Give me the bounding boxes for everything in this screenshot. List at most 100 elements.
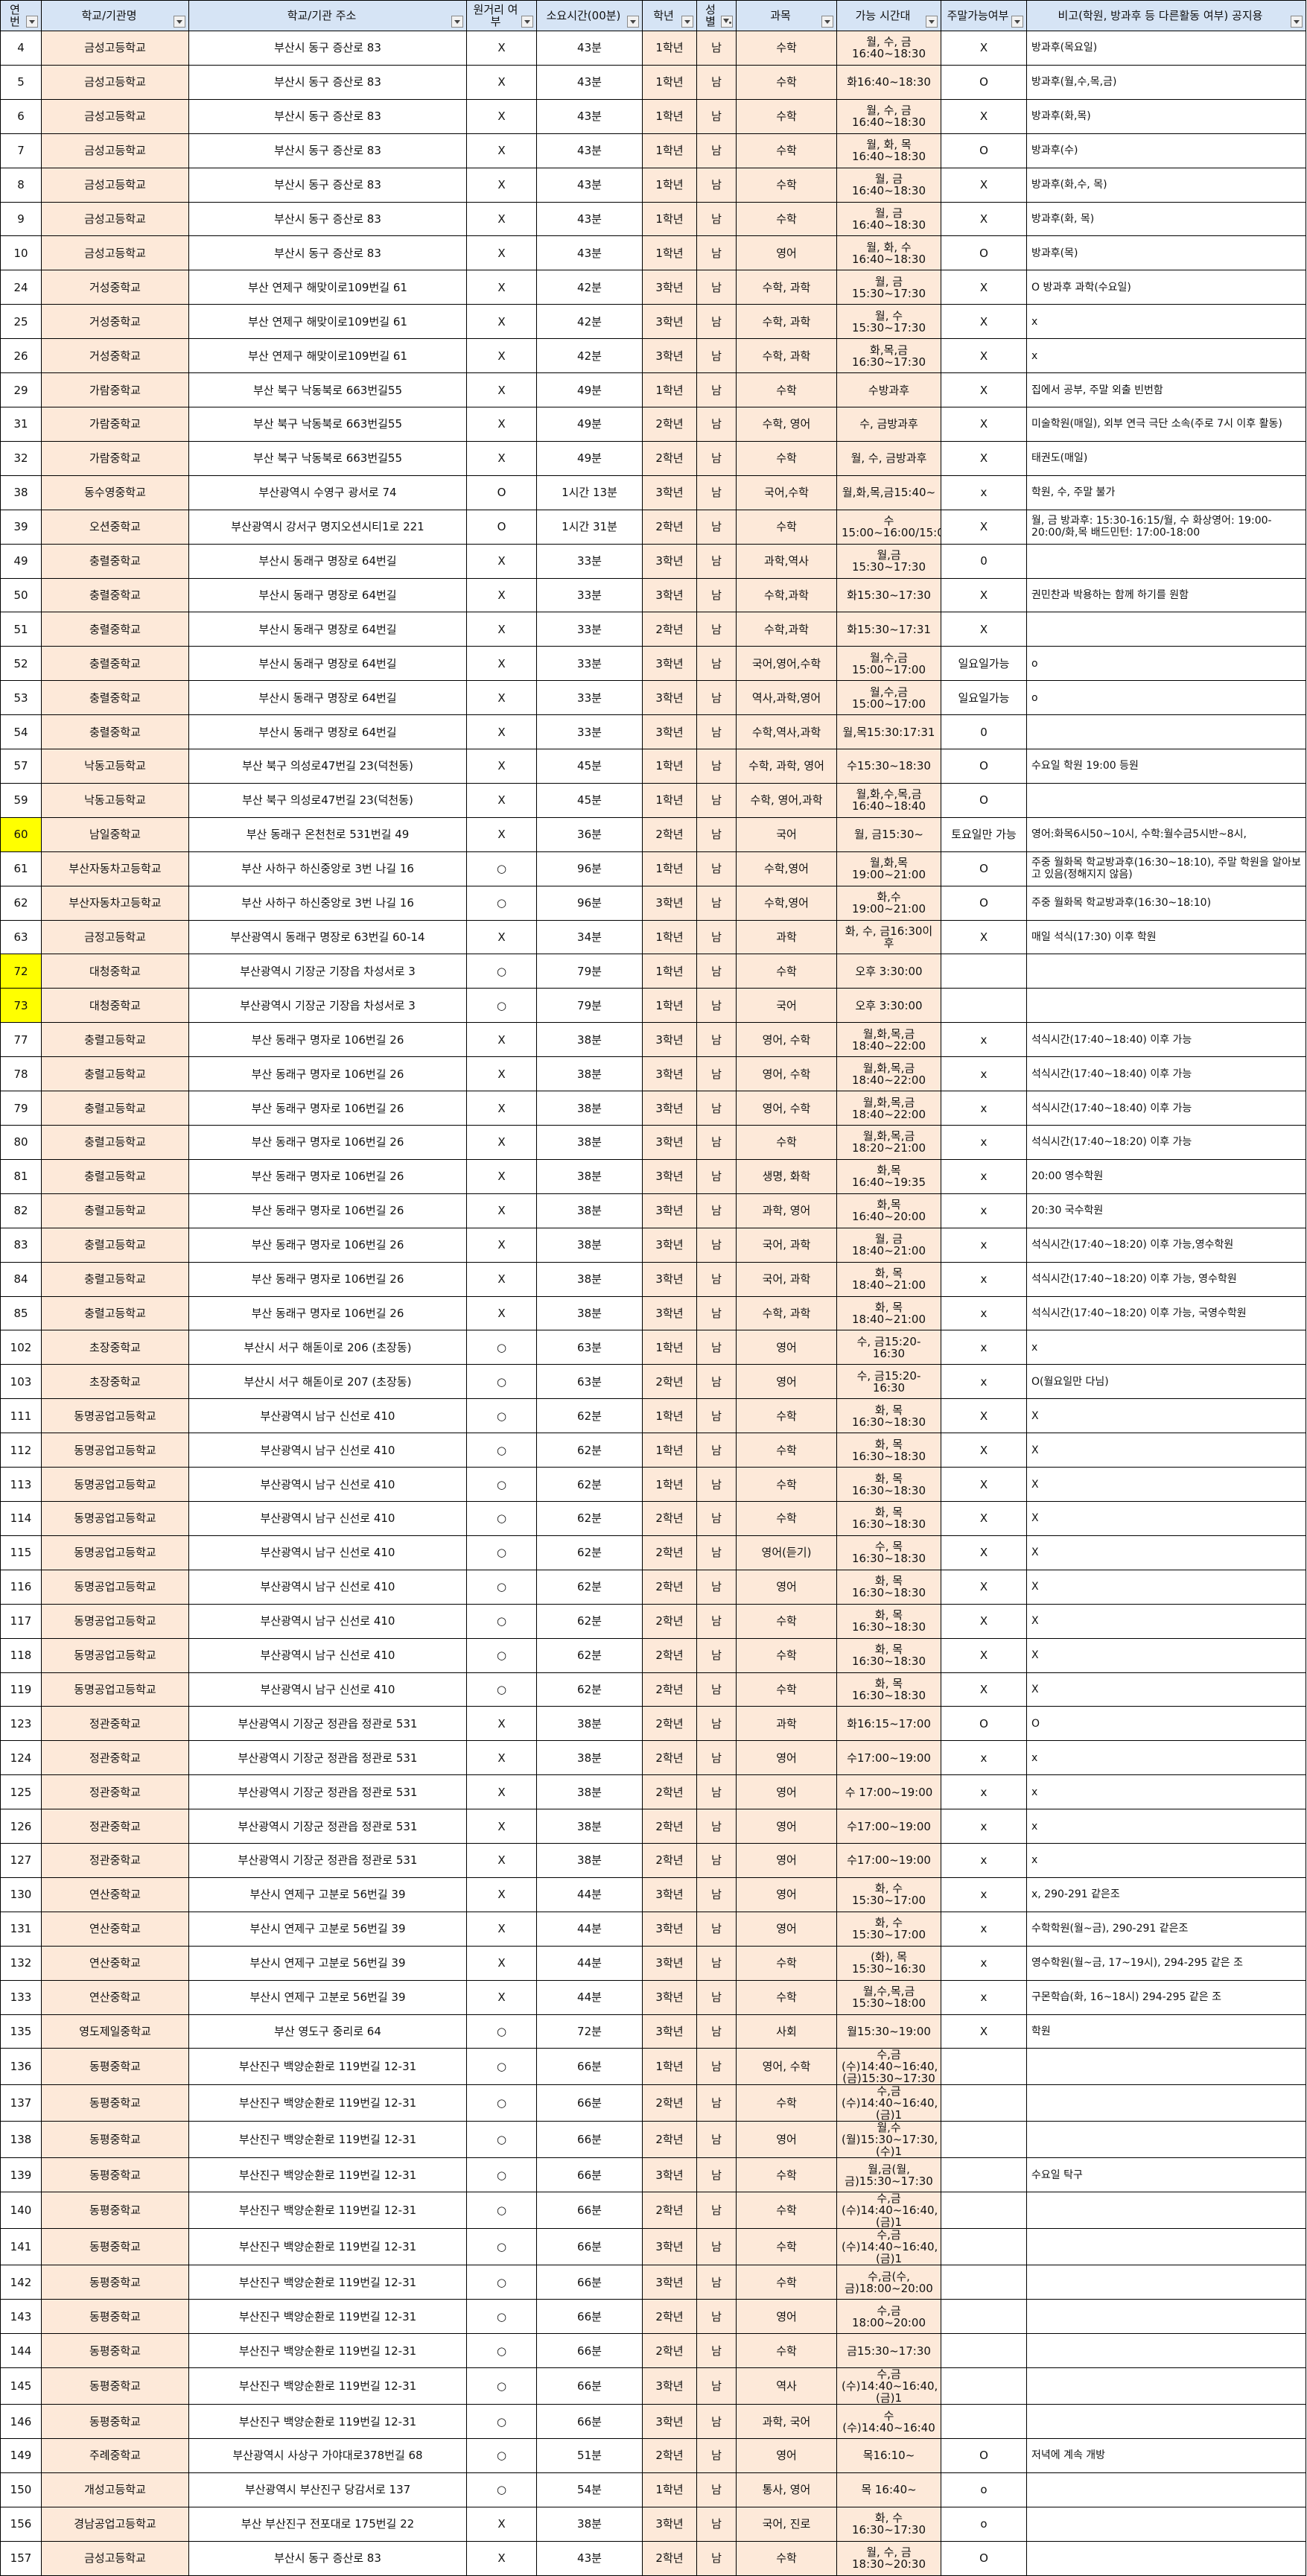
cell-time[interactable]: 월, 화, 목16:40~18:30: [836, 133, 941, 168]
cell-school[interactable]: 연산중학교: [41, 1979, 189, 2015]
cell-address[interactable]: 부산진구 백양순환로 119번길 12-31: [188, 2404, 467, 2439]
cell-school[interactable]: 동평중학교: [41, 2084, 189, 2122]
cell-travel[interactable]: 63분: [536, 1330, 643, 1365]
cell-grade[interactable]: 3학년: [642, 680, 697, 716]
cell-travel[interactable]: 62분: [536, 1398, 643, 1434]
cell-note[interactable]: 방과후(화,목): [1026, 98, 1306, 134]
cell-num[interactable]: 114: [0, 1500, 42, 1536]
cell-time[interactable]: 수 17:00~19:00: [836, 1774, 941, 1810]
cell-school[interactable]: 동평중학교: [41, 2192, 189, 2230]
cell-gender[interactable]: 남: [696, 1091, 737, 1126]
cell-travel[interactable]: 38분: [536, 1843, 643, 1878]
cell-address[interactable]: 부산진구 백양순환로 119번길 12-31: [188, 2048, 467, 2086]
cell-note[interactable]: 영어:화목6시50~10시, 수학:월수금5시반~8시,: [1026, 816, 1306, 852]
cell-travel[interactable]: 43분: [536, 64, 643, 100]
cell-travel[interactable]: 34분: [536, 919, 643, 955]
cell-grade[interactable]: 3학년: [642, 2014, 697, 2049]
cell-grade[interactable]: 2학년: [642, 2299, 697, 2335]
cell-school[interactable]: 동평중학교: [41, 2299, 189, 2335]
cell-distance[interactable]: X: [466, 577, 537, 613]
cell-travel[interactable]: 38분: [536, 1125, 643, 1160]
cell-grade[interactable]: 1학년: [642, 1433, 697, 1468]
cell-time[interactable]: 월, 수, 금18:30~20:30: [836, 2540, 941, 2576]
cell-travel[interactable]: 62분: [536, 1672, 643, 1707]
cell-travel[interactable]: 66분: [536, 2121, 643, 2159]
cell-subject[interactable]: 과학, 영어: [736, 1193, 837, 1228]
cell-distance[interactable]: ○: [466, 2299, 537, 2335]
cell-note[interactable]: [1026, 2506, 1306, 2542]
cell-note[interactable]: [1026, 782, 1306, 818]
cell-num[interactable]: 80: [0, 1125, 42, 1160]
cell-address[interactable]: 부산시 연제구 고분로 56번길 39: [188, 1979, 467, 2015]
cell-school[interactable]: 충렬고등학교: [41, 1193, 189, 1228]
cell-address[interactable]: 부산광역시 남구 신선로 410: [188, 1500, 467, 1536]
cell-address[interactable]: 부산시 동래구 명장로 64번길: [188, 577, 467, 613]
cell-time[interactable]: 화, 목16:30~18:30: [836, 1398, 941, 1434]
cell-time[interactable]: 수,금 (수)14:40~16:40,(금)1: [836, 2192, 941, 2230]
cell-num[interactable]: 137: [0, 2084, 42, 2122]
cell-distance[interactable]: X: [466, 1809, 537, 1844]
filter-dropdown-icon[interactable]: [174, 16, 185, 28]
cell-num[interactable]: 146: [0, 2404, 42, 2439]
cell-weekend[interactable]: X: [941, 338, 1027, 374]
cell-subject[interactable]: 수학: [736, 954, 837, 989]
cell-address[interactable]: 부산 동래구 명자로 106번길 26: [188, 1056, 467, 1092]
cell-school[interactable]: 금정고등학교: [41, 919, 189, 955]
cell-time[interactable]: 화16:40~18:30: [836, 64, 941, 100]
cell-travel[interactable]: 62분: [536, 1535, 643, 1570]
cell-num[interactable]: 149: [0, 2438, 42, 2473]
cell-grade[interactable]: 1학년: [642, 919, 697, 955]
cell-distance[interactable]: ○: [466, 2014, 537, 2049]
cell-subject[interactable]: 수학,영어: [736, 851, 837, 886]
cell-address[interactable]: 부산진구 백양순환로 119번길 12-31: [188, 2121, 467, 2159]
cell-weekend[interactable]: x: [941, 1125, 1027, 1160]
cell-distance[interactable]: X: [466, 1022, 537, 1058]
cell-subject[interactable]: 영어: [736, 2121, 837, 2159]
cell-gender[interactable]: 남: [696, 338, 737, 374]
cell-weekend[interactable]: x: [941, 1740, 1027, 1776]
cell-time[interactable]: 월, 금15:30~17:30: [836, 270, 941, 305]
cell-distance[interactable]: ○: [466, 1535, 537, 1570]
cell-travel[interactable]: 38분: [536, 1193, 643, 1228]
cell-weekend[interactable]: 일요일가능: [941, 646, 1027, 682]
cell-subject[interactable]: 영어: [736, 1843, 837, 1878]
cell-distance[interactable]: ○: [466, 1569, 537, 1605]
cell-address[interactable]: 부산진구 백양순환로 119번길 12-31: [188, 2265, 467, 2300]
cell-school[interactable]: 개성고등학교: [41, 2472, 189, 2507]
cell-subject[interactable]: 국어,영어,수학: [736, 646, 837, 682]
cell-weekend[interactable]: [941, 2048, 1027, 2086]
cell-grade[interactable]: 3학년: [642, 2265, 697, 2300]
cell-time[interactable]: 월,수,금15:00~17:00: [836, 680, 941, 716]
cell-subject[interactable]: 수학: [736, 133, 837, 168]
cell-gender[interactable]: 남: [696, 64, 737, 100]
cell-school[interactable]: 남일중학교: [41, 816, 189, 852]
cell-gender[interactable]: 남: [696, 133, 737, 168]
cell-subject[interactable]: 국어, 과학: [736, 1261, 837, 1297]
cell-grade[interactable]: 2학년: [642, 1809, 697, 1844]
cell-gender[interactable]: 남: [696, 201, 737, 237]
cell-subject[interactable]: 수학, 과학: [736, 270, 837, 305]
cell-num[interactable]: 118: [0, 1637, 42, 1673]
cell-distance[interactable]: ○: [466, 1364, 537, 1400]
cell-num[interactable]: 142: [0, 2265, 42, 2300]
cell-time[interactable]: 화, 수, 금16:30이후: [836, 919, 941, 955]
cell-subject[interactable]: 영어(듣기): [736, 1535, 837, 1570]
cell-school[interactable]: 초장중학교: [41, 1364, 189, 1400]
cell-distance[interactable]: X: [466, 749, 537, 784]
cell-time[interactable]: 화,수19:00~21:00: [836, 885, 941, 921]
cell-address[interactable]: 부산 동래구 명자로 106번길 26: [188, 1227, 467, 1263]
cell-distance[interactable]: X: [466, 201, 537, 237]
cell-travel[interactable]: 33분: [536, 646, 643, 682]
cell-time[interactable]: 수,금 (수)14:40~16:40,(금)1: [836, 2367, 941, 2405]
cell-gender[interactable]: 남: [696, 714, 737, 750]
cell-gender[interactable]: 남: [696, 1433, 737, 1468]
cell-distance[interactable]: X: [466, 919, 537, 955]
cell-travel[interactable]: 66분: [536, 2333, 643, 2369]
cell-num[interactable]: 54: [0, 714, 42, 750]
cell-travel[interactable]: 44분: [536, 1979, 643, 2015]
cell-school[interactable]: 충렬중학교: [41, 543, 189, 579]
cell-school[interactable]: 충렬고등학교: [41, 1158, 189, 1194]
cell-address[interactable]: 부산 동래구 명자로 106번길 26: [188, 1261, 467, 1297]
cell-school[interactable]: 정관중학교: [41, 1774, 189, 1810]
cell-gender[interactable]: 남: [696, 1330, 737, 1365]
